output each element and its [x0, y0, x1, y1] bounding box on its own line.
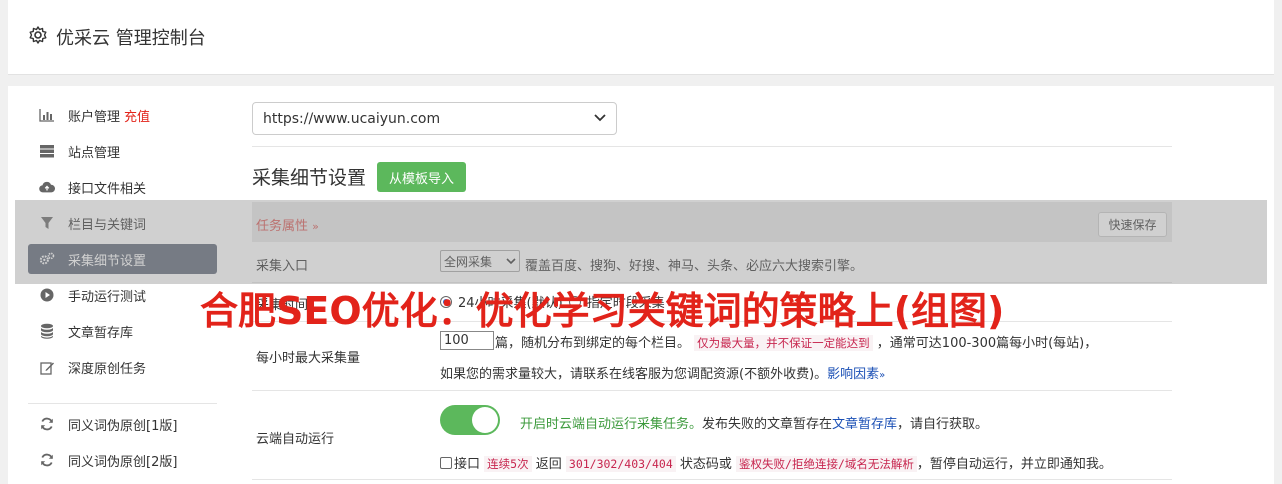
cloud-auto-help: 开启时云端自动运行采集任务。发布失败的文章暂存在文章暂存库，请自行获取。	[520, 417, 989, 432]
sidebar-item-synonym-v1[interactable]: 同义词伪原创[1版]	[28, 409, 217, 439]
toggle-knob	[472, 407, 498, 433]
double-chevron-down-icon: »	[879, 370, 886, 381]
cloud-auto-toggle[interactable]	[440, 405, 500, 435]
sidebar-item-label: 文章暂存库	[68, 325, 134, 341]
refresh-icon	[39, 452, 55, 468]
play-circle-icon	[39, 287, 55, 303]
recharge-link[interactable]: 充值	[124, 106, 150, 125]
sidebar-item-label: 深度原创任务	[68, 361, 147, 377]
cloud-auto-pause-option: 接口 连续5次 返回 301/302/403/404 状态码或 鉴权失败/拒绝连…	[440, 453, 1112, 472]
max-per-hour-help-2: 如果您的需求量较大，请联系在线客服为您调配资源(不额外收费)。影响因素»	[440, 367, 886, 382]
row-divider	[252, 479, 1172, 480]
sidebar-item-manual-run[interactable]: 手动运行测试	[28, 280, 217, 310]
sidebar-item-interface-files[interactable]: 接口文件相关	[28, 172, 217, 202]
sidebar-item-label: 手动运行测试	[68, 289, 147, 305]
sidebar-item-label: 同义词伪原创[2版]	[68, 454, 178, 470]
article-store-link[interactable]: 文章暂存库	[832, 417, 897, 432]
cloud-upload-icon	[39, 179, 55, 195]
sidebar-item-synonym-v2[interactable]: 同义词伪原创[2版]	[28, 445, 217, 475]
sidebar-item-deep-original[interactable]: 深度原创任务	[28, 352, 217, 382]
sidebar-divider	[28, 403, 217, 404]
sidebar-item-article-store[interactable]: 文章暂存库	[28, 316, 217, 346]
sidebar-item-label: 站点管理	[68, 145, 121, 161]
sidebar-item-label: 接口文件相关	[68, 181, 147, 197]
bar-chart-icon	[39, 107, 55, 123]
edit-icon	[39, 359, 55, 375]
cloud-auto-label: 云端自动运行	[256, 432, 335, 447]
server-icon	[39, 143, 55, 159]
import-template-button[interactable]: 从模板导入	[377, 162, 467, 192]
gray-overlay	[15, 200, 1267, 284]
pause-checkbox[interactable]	[440, 457, 452, 469]
section-title: 采集细节设置	[252, 167, 367, 189]
sidebar-item-label: 同义词伪原创[1版]	[68, 418, 178, 434]
overlay-headline: 合肥SEO优化：优化学习关键词的策略上(组图)	[200, 289, 1005, 333]
row-divider	[252, 390, 1172, 391]
factors-link[interactable]: 影响因素	[827, 367, 879, 382]
sidebar-item-account[interactable]: 账户管理 充值	[28, 100, 217, 130]
gear-icon	[28, 25, 48, 50]
divider	[252, 146, 1172, 147]
database-icon	[39, 323, 55, 339]
sidebar-item-sites[interactable]: 站点管理	[28, 136, 217, 166]
brand: 优采云 管理控制台	[28, 24, 206, 50]
chevron-down-icon	[594, 112, 606, 125]
header-panel: 优采云 管理控制台	[8, 0, 1274, 75]
max-per-hour-label: 每小时最大采集量	[256, 351, 361, 366]
page-title: 优采云 管理控制台	[56, 28, 206, 49]
sidebar-item-label: 账户管理	[68, 109, 121, 125]
site-select-value: https://www.ucaiyun.com	[263, 110, 441, 127]
refresh-icon	[39, 416, 55, 432]
site-select[interactable]: https://www.ucaiyun.com	[252, 102, 617, 135]
